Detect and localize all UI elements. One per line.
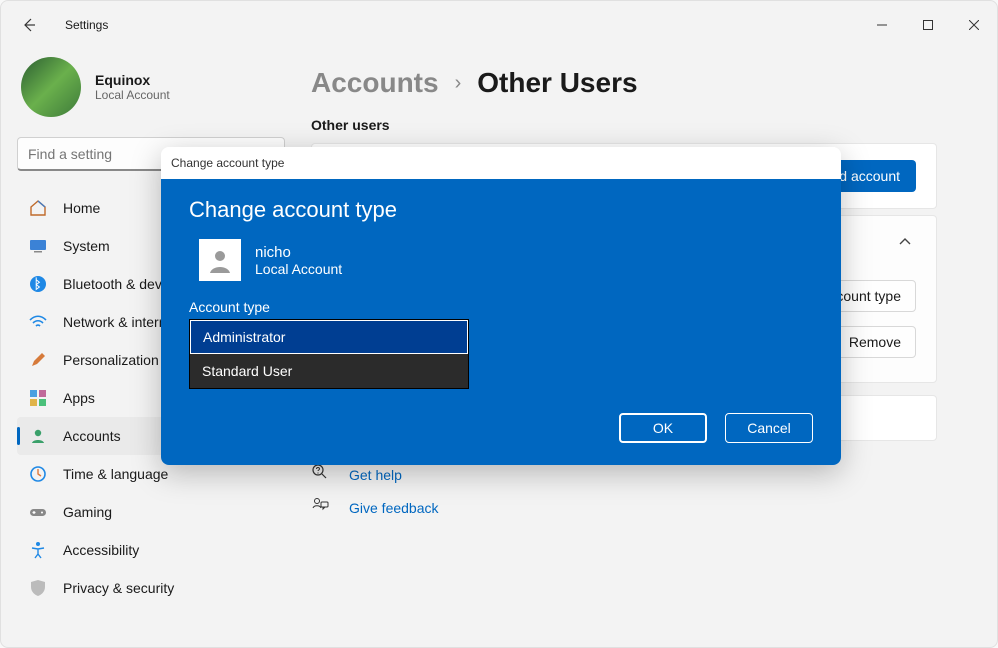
sidebar-item-label: Personalization bbox=[63, 352, 159, 368]
apps-icon bbox=[29, 389, 47, 407]
page-title: Other Users bbox=[477, 67, 637, 99]
help-row: Get help bbox=[311, 463, 937, 486]
window-controls bbox=[859, 9, 997, 41]
sidebar-item-label: Accounts bbox=[63, 428, 121, 444]
sidebar-item-label: Accessibility bbox=[63, 542, 139, 558]
maximize-button[interactable] bbox=[905, 9, 951, 41]
give-feedback-link[interactable]: Give feedback bbox=[349, 500, 439, 516]
avatar bbox=[21, 57, 81, 117]
bluetooth-icon bbox=[29, 275, 47, 293]
sidebar-item-accessibility[interactable]: Accessibility bbox=[17, 531, 285, 569]
system-icon bbox=[29, 237, 47, 255]
sidebar-item-label: Apps bbox=[63, 390, 95, 406]
feedback-row: Give feedback bbox=[311, 496, 937, 519]
get-help-link[interactable]: Get help bbox=[349, 467, 402, 483]
sidebar-item-gaming[interactable]: Gaming bbox=[17, 493, 285, 531]
user-sub: Local Account bbox=[95, 88, 170, 102]
wifi-icon bbox=[29, 313, 47, 331]
dropdown-option-administrator[interactable]: Administrator bbox=[190, 320, 468, 354]
paintbrush-icon bbox=[29, 351, 47, 369]
chevron-up-icon bbox=[898, 235, 912, 254]
close-button[interactable] bbox=[951, 9, 997, 41]
close-icon bbox=[969, 20, 979, 30]
change-account-type-dialog: Change account type Change account type … bbox=[161, 147, 841, 465]
shield-icon bbox=[29, 579, 47, 597]
cancel-button[interactable]: Cancel bbox=[725, 413, 813, 443]
chevron-right-icon: › bbox=[455, 72, 462, 95]
feedback-icon bbox=[311, 496, 329, 519]
account-type-label: Account type bbox=[189, 299, 813, 315]
account-type-dropdown[interactable]: Administrator Standard User bbox=[189, 319, 469, 389]
breadcrumb: Accounts › Other Users bbox=[311, 67, 937, 99]
minimize-button[interactable] bbox=[859, 9, 905, 41]
dialog-heading: Change account type bbox=[189, 197, 813, 223]
back-button[interactable] bbox=[9, 5, 49, 45]
dialog-user-sub: Local Account bbox=[255, 261, 342, 277]
person-icon bbox=[205, 245, 235, 275]
minimize-icon bbox=[877, 20, 887, 30]
dialog-avatar bbox=[199, 239, 241, 281]
titlebar-left: Settings bbox=[1, 5, 108, 45]
sidebar-item-label: Privacy & security bbox=[63, 580, 174, 596]
sidebar-item-label: System bbox=[63, 238, 110, 254]
sidebar-item-privacy[interactable]: Privacy & security bbox=[17, 569, 285, 607]
titlebar: Settings bbox=[1, 1, 997, 49]
home-icon bbox=[29, 199, 47, 217]
dialog-titlebar: Change account type bbox=[161, 147, 841, 179]
maximize-icon bbox=[923, 20, 933, 30]
user-name: Equinox bbox=[95, 72, 170, 88]
person-icon bbox=[29, 427, 47, 445]
gamepad-icon bbox=[29, 503, 47, 521]
dialog-actions: OK Cancel bbox=[189, 413, 813, 443]
window-title: Settings bbox=[65, 18, 108, 32]
sidebar-item-label: Home bbox=[63, 200, 100, 216]
sidebar-item-label: Gaming bbox=[63, 504, 112, 520]
globe-clock-icon bbox=[29, 465, 47, 483]
dropdown-option-standard-user[interactable]: Standard User bbox=[190, 354, 468, 388]
dialog-body: Change account type nicho Local Account … bbox=[161, 179, 841, 465]
dialog-user-name: nicho bbox=[255, 244, 342, 261]
help-icon bbox=[311, 463, 329, 486]
breadcrumb-parent[interactable]: Accounts bbox=[311, 67, 439, 99]
arrow-left-icon bbox=[21, 17, 37, 33]
remove-button[interactable]: Remove bbox=[834, 326, 916, 358]
dialog-user: nicho Local Account bbox=[199, 239, 813, 281]
ok-button[interactable]: OK bbox=[619, 413, 707, 443]
sidebar-item-label: Time & language bbox=[63, 466, 168, 482]
settings-window: Settings Equinox Local Account bbox=[0, 0, 998, 648]
accessibility-icon bbox=[29, 541, 47, 559]
user-block[interactable]: Equinox Local Account bbox=[17, 49, 285, 129]
section-other-users: Other users bbox=[311, 117, 937, 133]
